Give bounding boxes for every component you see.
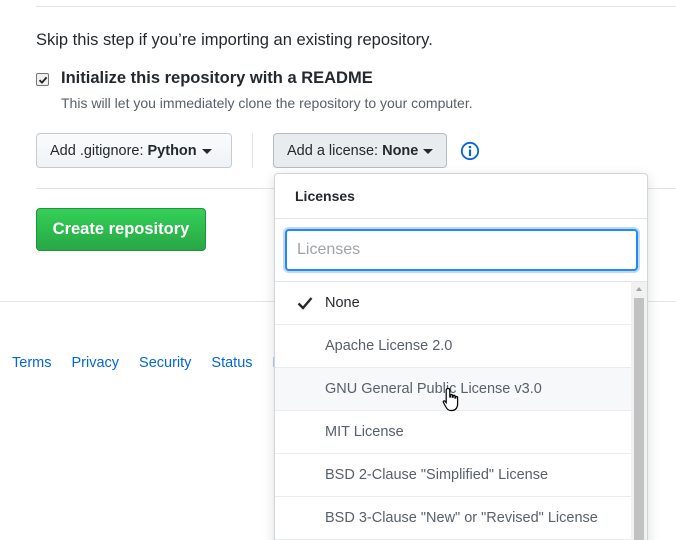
- gitignore-prefix: Add .gitignore:: [50, 142, 144, 159]
- license-dropdown: Licenses None Apache License 2.0 GNU Gen…: [274, 173, 648, 540]
- init-readme-checkbox[interactable]: [36, 73, 49, 86]
- footer-link-privacy[interactable]: Privacy: [71, 355, 119, 371]
- create-repository-page: Skip this step if you’re importing an ex…: [0, 0, 676, 540]
- footer-link-security[interactable]: Security: [139, 355, 191, 371]
- check-icon: [297, 297, 313, 310]
- caret-down-icon: [423, 149, 434, 154]
- scroll-thumb[interactable]: [634, 298, 644, 540]
- license-item-label: BSD 2-Clause "Simplified" License: [325, 467, 549, 483]
- footer-link-status[interactable]: Status: [211, 355, 252, 371]
- add-license-button[interactable]: Add a license: None: [273, 133, 447, 168]
- license-filter-input[interactable]: [285, 229, 638, 271]
- add-gitignore-button[interactable]: Add .gitignore: Python: [36, 133, 232, 168]
- dropdown-scrollbar[interactable]: [631, 282, 647, 540]
- create-repository-button[interactable]: Create repository: [36, 208, 206, 251]
- skip-step-text: Skip this step if you’re importing an ex…: [36, 31, 433, 49]
- license-prefix: Add a license:: [287, 142, 379, 159]
- dropdown-filter-wrap: [275, 219, 647, 282]
- info-icon[interactable]: [460, 141, 480, 161]
- gitignore-value: Python: [147, 142, 197, 159]
- license-item-label: None: [325, 295, 360, 311]
- license-item-bsd3[interactable]: BSD 3-Clause "New" or "Revised" License: [275, 497, 631, 540]
- license-value: None: [382, 142, 419, 159]
- top-divider: [36, 6, 676, 7]
- scroll-up-arrow-icon[interactable]: [636, 287, 642, 291]
- init-readme-label[interactable]: Initialize this repository with a README: [61, 69, 373, 88]
- license-item-mit[interactable]: MIT License: [275, 411, 631, 454]
- license-item-apache[interactable]: Apache License 2.0: [275, 325, 631, 368]
- license-item-label: MIT License: [325, 424, 404, 440]
- caret-down-icon: [201, 149, 212, 154]
- init-readme-row[interactable]: Initialize this repository with a README: [36, 69, 373, 88]
- license-item-none[interactable]: None: [275, 282, 631, 325]
- license-item-label: BSD 3-Clause "New" or "Revised" License: [325, 510, 598, 526]
- license-item-label: Apache License 2.0: [325, 338, 453, 354]
- license-item-bsd2[interactable]: BSD 2-Clause "Simplified" License: [275, 454, 631, 497]
- hand-pointer-cursor-icon: [442, 387, 459, 412]
- footer-link-terms[interactable]: Terms: [12, 355, 51, 371]
- dropdown-header: Licenses: [275, 174, 647, 219]
- license-item-label: GNU General Public License v3.0: [325, 381, 542, 397]
- button-divider: [252, 133, 253, 168]
- checkmark-icon: [38, 76, 47, 84]
- init-readme-help: This will let you immediately clone the …: [61, 95, 473, 111]
- footer-links: Terms Privacy Security Status H: [12, 355, 303, 371]
